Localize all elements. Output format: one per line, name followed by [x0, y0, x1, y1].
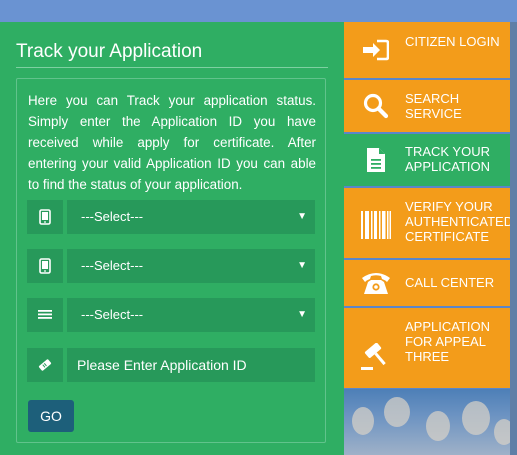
go-button[interactable]: GO: [28, 400, 74, 432]
decorative-photo: [344, 389, 517, 455]
search-icon: [358, 91, 394, 121]
menu-item-appeal[interactable]: APPLICATION FOR APPEAL THREE: [344, 308, 517, 388]
district-select[interactable]: ---Select--- ▼: [67, 200, 315, 234]
chevron-down-icon: ▼: [297, 309, 307, 320]
mobile-icon: [27, 249, 63, 283]
instructions-text: Here you can Track your application stat…: [28, 93, 316, 192]
district-select-value: ---Select---: [81, 209, 144, 224]
menu-item-citizen-login[interactable]: CITIZEN LOGIN: [344, 22, 517, 78]
select-row-1: ---Select--- ▼: [27, 200, 315, 234]
service-select-value: ---Select---: [81, 307, 144, 322]
office-select[interactable]: ---Select--- ▼: [67, 249, 315, 283]
menu-item-verify-certificate[interactable]: VERIFY YOUR AUTHENTICATED CERTIFICATE: [344, 188, 517, 258]
side-menu: CITIZEN LOGIN SEARCH SERVICE TRACK YOUR …: [344, 22, 517, 455]
menu-item-label: VERIFY YOUR AUTHENTICATED CERTIFICATE: [405, 199, 514, 244]
office-select-value: ---Select---: [81, 258, 144, 273]
menu-item-label: SEARCH SERVICE: [405, 91, 462, 121]
application-id-input[interactable]: Please Enter Application ID: [67, 348, 315, 382]
chevron-down-icon: ▼: [297, 211, 307, 222]
menu-item-label: APPLICATION FOR APPEAL THREE: [405, 319, 491, 364]
panel-title: Track your Application: [16, 41, 203, 62]
chevron-down-icon: ▼: [297, 260, 307, 271]
ticket-icon: [27, 348, 63, 382]
select-row-2: ---Select--- ▼: [27, 249, 315, 283]
menu-item-track-application[interactable]: TRACK YOUR APPLICATION: [344, 134, 517, 186]
list-icon: [27, 298, 63, 332]
document-icon: [358, 145, 394, 175]
menu-item-label: TRACK YOUR APPLICATION: [405, 144, 491, 174]
top-banner-strip: [0, 0, 517, 22]
menu-item-label: CITIZEN LOGIN: [405, 34, 500, 49]
application-id-row: Please Enter Application ID: [27, 348, 315, 382]
gavel-icon: [358, 342, 394, 372]
service-select[interactable]: ---Select--- ▼: [67, 298, 315, 332]
right-edge-strip: [510, 22, 517, 455]
phone-icon: [358, 268, 394, 298]
menu-item-call-center[interactable]: CALL CENTER: [344, 260, 517, 306]
menu-item-search-service[interactable]: SEARCH SERVICE: [344, 80, 517, 132]
title-divider: [16, 67, 328, 68]
sign-in-icon: [358, 35, 394, 65]
menu-item-label: CALL CENTER: [405, 275, 495, 290]
mobile-icon: [27, 200, 63, 234]
barcode-icon: [358, 210, 394, 240]
select-row-3: ---Select--- ▼: [27, 298, 315, 332]
